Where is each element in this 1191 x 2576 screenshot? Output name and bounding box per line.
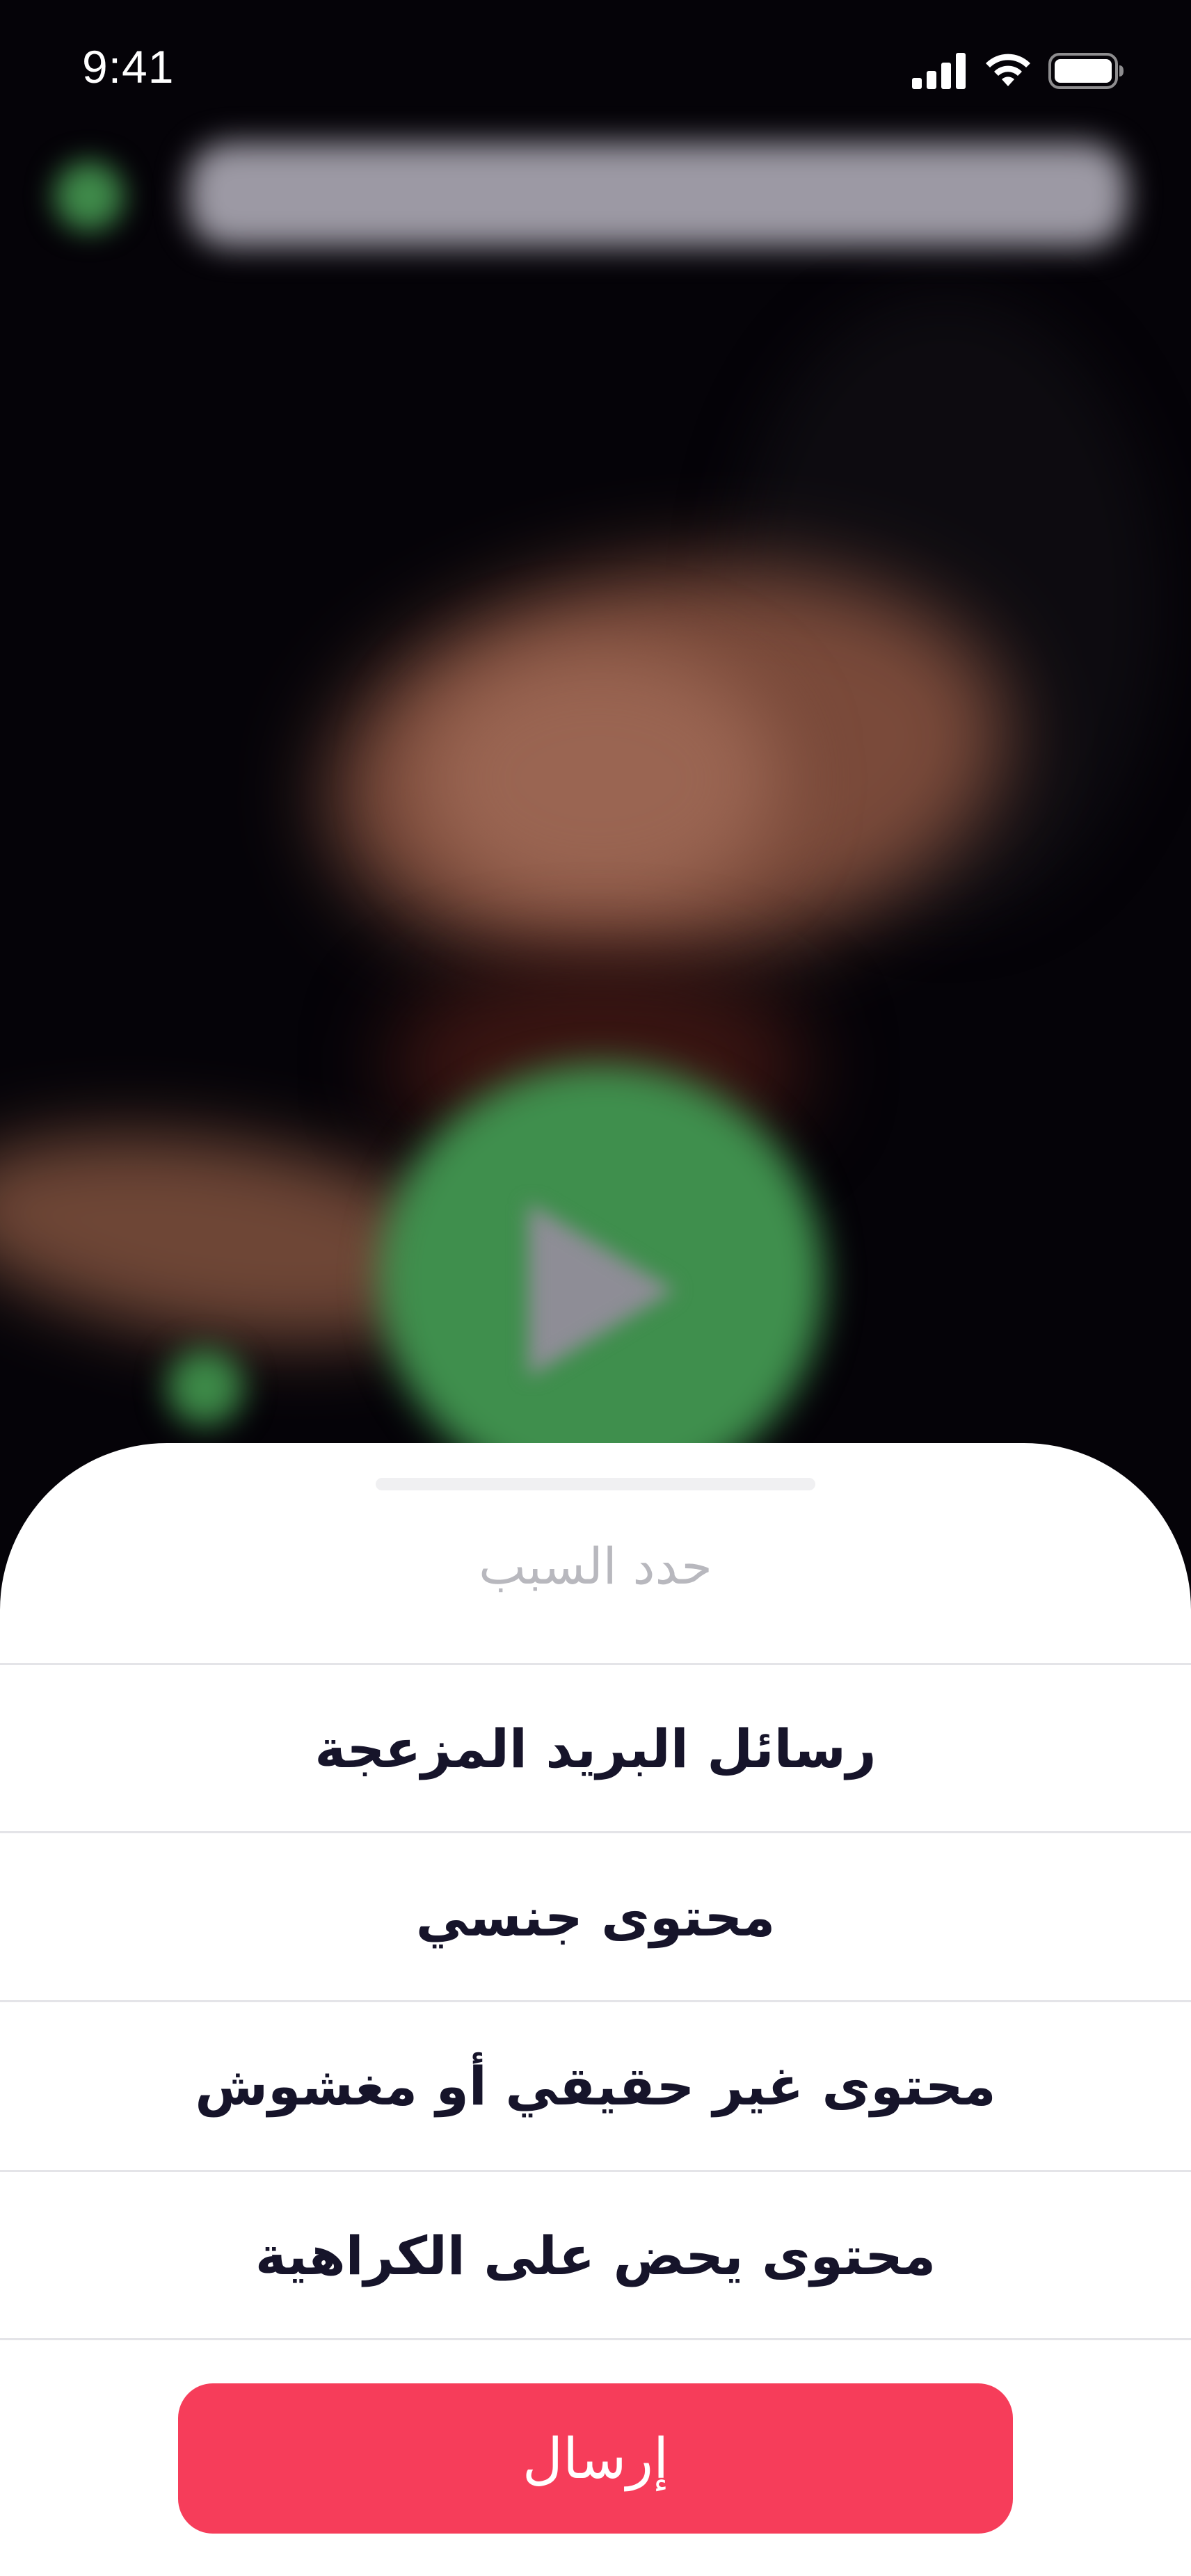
status-bar: 9:41 xyxy=(0,0,1191,139)
blurred-video-title xyxy=(188,143,1127,247)
divider xyxy=(0,2338,1191,2340)
sheet-grabber[interactable] xyxy=(376,1478,815,1490)
blurred-green-dot xyxy=(167,1349,243,1426)
blurred-face-highlight xyxy=(417,647,779,911)
cellular-signal-icon xyxy=(912,53,966,89)
submit-button[interactable]: إرسال xyxy=(178,2383,1013,2534)
report-reason-sheet: حدد السبب رسائل البريد المزعجة محتوى جنس… xyxy=(0,1443,1191,2576)
battery-icon xyxy=(1048,53,1124,89)
avatar xyxy=(54,161,124,231)
play-icon xyxy=(529,1203,675,1377)
report-screen: 9:41 حدد السبب رسائل البريد المزعجة محتو… xyxy=(0,0,1191,2576)
option-sexual-content[interactable]: محتوى جنسي xyxy=(0,1833,1191,2001)
sheet-title: حدد السبب xyxy=(479,1537,712,1595)
status-icons xyxy=(912,50,1125,89)
wifi-icon xyxy=(986,54,1030,86)
blurred-video-background xyxy=(0,0,1191,1530)
option-fake-content[interactable]: محتوى غير حقيقي أو مغشوش xyxy=(0,2002,1191,2170)
option-hate-speech[interactable]: محتوى يحض على الكراهية xyxy=(0,2171,1191,2340)
option-spam[interactable]: رسائل البريد المزعجة xyxy=(0,1664,1191,1833)
status-time: 9:41 xyxy=(82,41,175,92)
